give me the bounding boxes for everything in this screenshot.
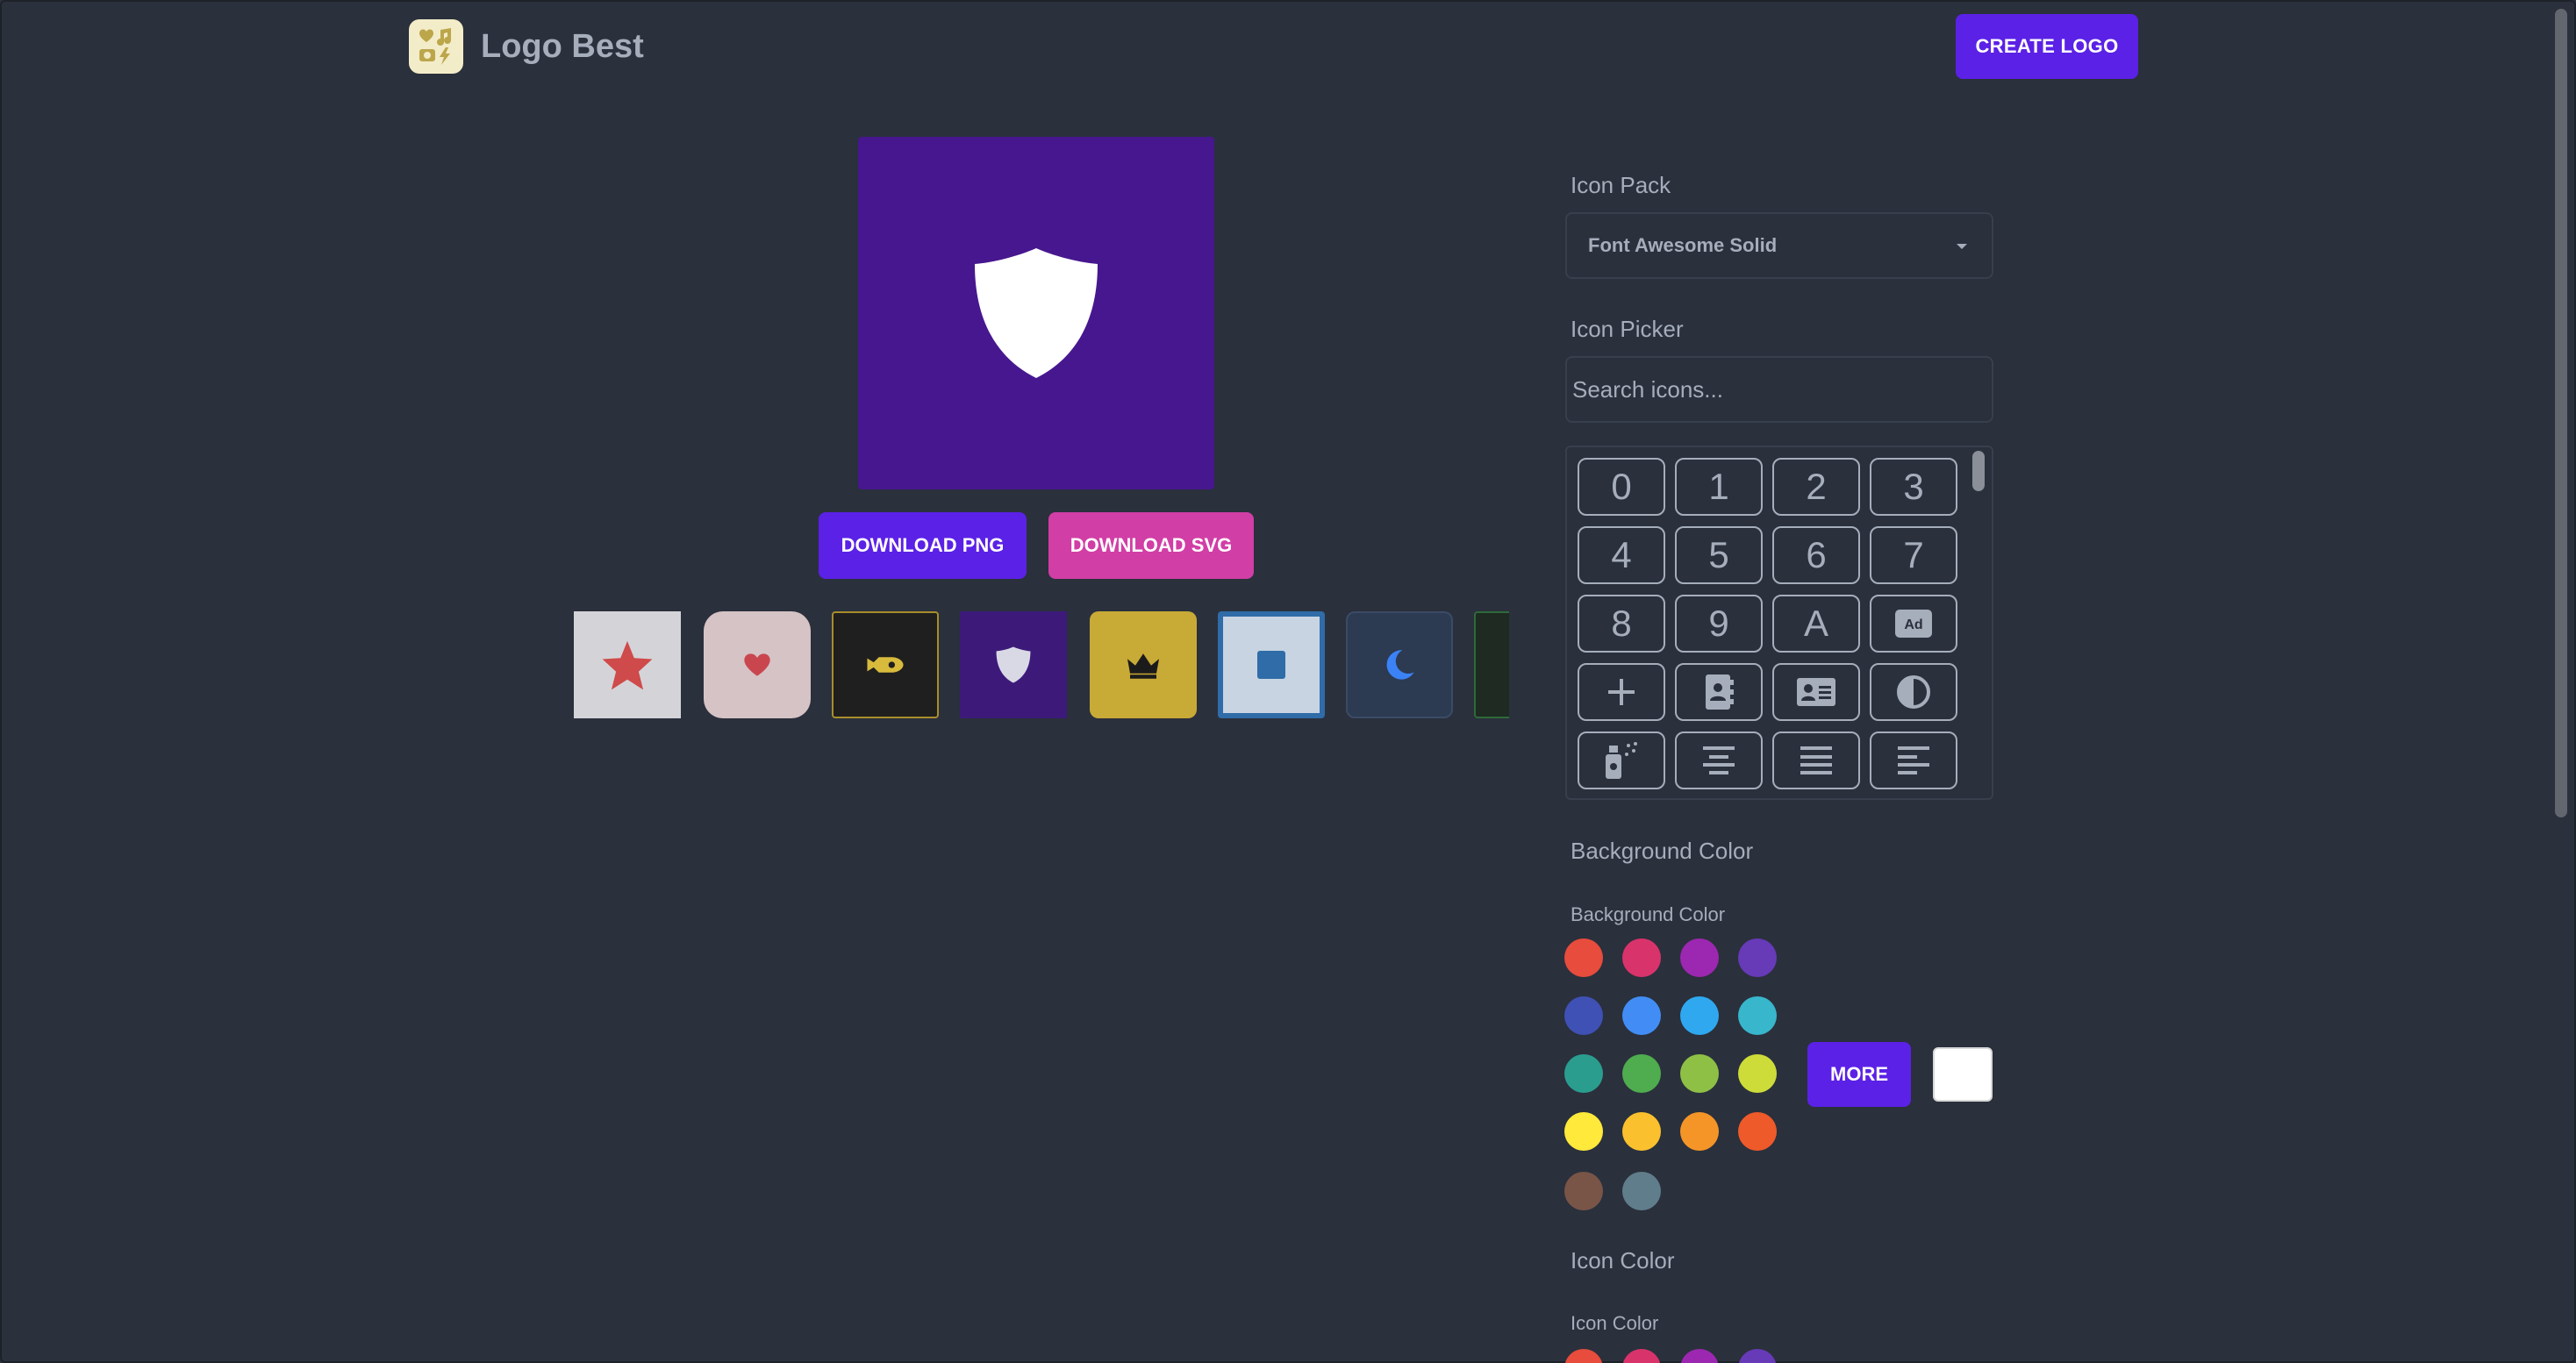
color-swatch[interactable] [1738, 1112, 1777, 1151]
icon-option-9[interactable]: 9 [1675, 595, 1763, 653]
heart-icon [744, 653, 770, 676]
color-swatch[interactable] [1622, 938, 1661, 977]
icon-option-5[interactable]: 5 [1675, 526, 1763, 584]
address-card-icon [1797, 678, 1835, 706]
create-logo-button[interactable]: CREATE LOGO [1956, 14, 2138, 79]
crown-icon [1127, 653, 1159, 679]
icon-option-plus[interactable] [1578, 663, 1665, 721]
bg-color-sublabel: Background Color [1571, 903, 1726, 925]
icon-color-heading: Icon Color [1571, 1247, 1675, 1274]
brand[interactable]: Logo Best [409, 19, 644, 74]
icon-option-address-book[interactable] [1675, 663, 1763, 721]
page-scrollbar[interactable] [2555, 9, 2567, 817]
address-book-icon [1706, 674, 1734, 710]
brand-logo-icon [409, 19, 463, 74]
preset-heart[interactable] [704, 611, 811, 718]
preset-carousel [574, 611, 1509, 718]
icon-option-1[interactable]: 1 [1675, 458, 1763, 516]
selected-bg-color-swatch[interactable] [1933, 1047, 1993, 1102]
preset-shield[interactable] [960, 611, 1067, 718]
color-swatch[interactable] [1680, 1054, 1719, 1093]
icon-option-a[interactable]: A [1772, 595, 1860, 653]
icon-option-align-justify[interactable] [1772, 731, 1860, 789]
moon-icon [1386, 650, 1414, 680]
shield-icon [975, 248, 1098, 378]
color-swatch[interactable] [1680, 996, 1719, 1035]
preset-partial[interactable] [1474, 611, 1509, 718]
shield-icon [996, 646, 1031, 683]
color-swatch[interactable] [1622, 996, 1661, 1035]
align-justify-icon [1800, 746, 1832, 774]
color-swatch[interactable] [1738, 1054, 1777, 1093]
square-icon [1257, 651, 1285, 679]
icon-option-align-left[interactable] [1870, 731, 1957, 789]
color-swatch[interactable] [1622, 1054, 1661, 1093]
icon-picker-grid[interactable]: 0 1 2 3 4 5 6 7 8 9 A Ad [1565, 446, 1993, 800]
icon-picker-scrollbar[interactable] [1972, 451, 1985, 491]
icon-color-swatch[interactable] [1680, 1349, 1719, 1363]
adjust-icon [1897, 675, 1930, 709]
preset-crown[interactable] [1090, 611, 1197, 718]
align-left-icon [1898, 746, 1929, 774]
color-swatch[interactable] [1564, 1172, 1603, 1210]
color-swatch[interactable] [1564, 996, 1603, 1035]
icon-option-ad[interactable]: Ad [1870, 595, 1957, 653]
plus-icon [1608, 679, 1635, 705]
color-swatch[interactable] [1680, 1112, 1719, 1151]
logo-preview [858, 137, 1214, 489]
more-colors-button[interactable]: MORE [1807, 1042, 1911, 1107]
color-swatch[interactable] [1680, 938, 1719, 977]
color-swatch[interactable] [1564, 1112, 1603, 1151]
color-swatch[interactable] [1738, 996, 1777, 1035]
icon-color-swatch[interactable] [1738, 1349, 1777, 1363]
star-icon [602, 640, 653, 690]
preset-moon[interactable] [1346, 611, 1453, 718]
download-png-button[interactable]: DOWNLOAD PNG [819, 512, 1027, 579]
icon-pack-value: Font Awesome Solid [1588, 234, 1778, 256]
icon-color-swatch[interactable] [1564, 1349, 1603, 1363]
color-swatch[interactable] [1622, 1112, 1661, 1151]
icon-option-adjust[interactable] [1870, 663, 1957, 721]
icon-option-align-center[interactable] [1675, 731, 1763, 789]
svg-text:Ad: Ad [1904, 617, 1922, 632]
color-swatch[interactable] [1738, 938, 1777, 977]
icon-search-input[interactable] [1565, 356, 1993, 423]
color-swatch[interactable] [1564, 938, 1603, 977]
icon-option-air-freshener[interactable] [1578, 731, 1665, 789]
download-svg-button[interactable]: DOWNLOAD SVG [1048, 512, 1254, 579]
align-center-icon [1703, 746, 1735, 774]
icon-color-sublabel: Icon Color [1571, 1312, 1659, 1334]
color-swatch[interactable] [1622, 1172, 1661, 1210]
icon-picker-label: Icon Picker [1571, 316, 1684, 342]
icon-option-address-card[interactable] [1772, 663, 1860, 721]
bg-color-heading: Background Color [1571, 838, 1754, 864]
ad-icon: Ad [1895, 610, 1932, 638]
icon-option-6[interactable]: 6 [1772, 526, 1860, 584]
preset-star[interactable] [574, 611, 681, 718]
icon-pack-label: Icon Pack [1571, 172, 1671, 198]
preset-square[interactable] [1218, 611, 1325, 718]
icon-option-4[interactable]: 4 [1578, 526, 1665, 584]
icon-option-0[interactable]: 0 [1578, 458, 1665, 516]
chevron-down-icon [1957, 244, 1967, 249]
icon-option-8[interactable]: 8 [1578, 595, 1665, 653]
icon-pack-select[interactable]: Font Awesome Solid [1565, 212, 1993, 279]
icon-option-2[interactable]: 2 [1772, 458, 1860, 516]
brand-name: Logo Best [481, 27, 644, 65]
icon-option-7[interactable]: 7 [1870, 526, 1957, 584]
rocket-icon [867, 657, 904, 673]
icon-color-swatch[interactable] [1622, 1349, 1661, 1363]
color-swatch[interactable] [1564, 1054, 1603, 1093]
air-freshener-icon [1606, 742, 1637, 779]
icon-option-3[interactable]: 3 [1870, 458, 1957, 516]
preset-rocket[interactable] [832, 611, 939, 718]
